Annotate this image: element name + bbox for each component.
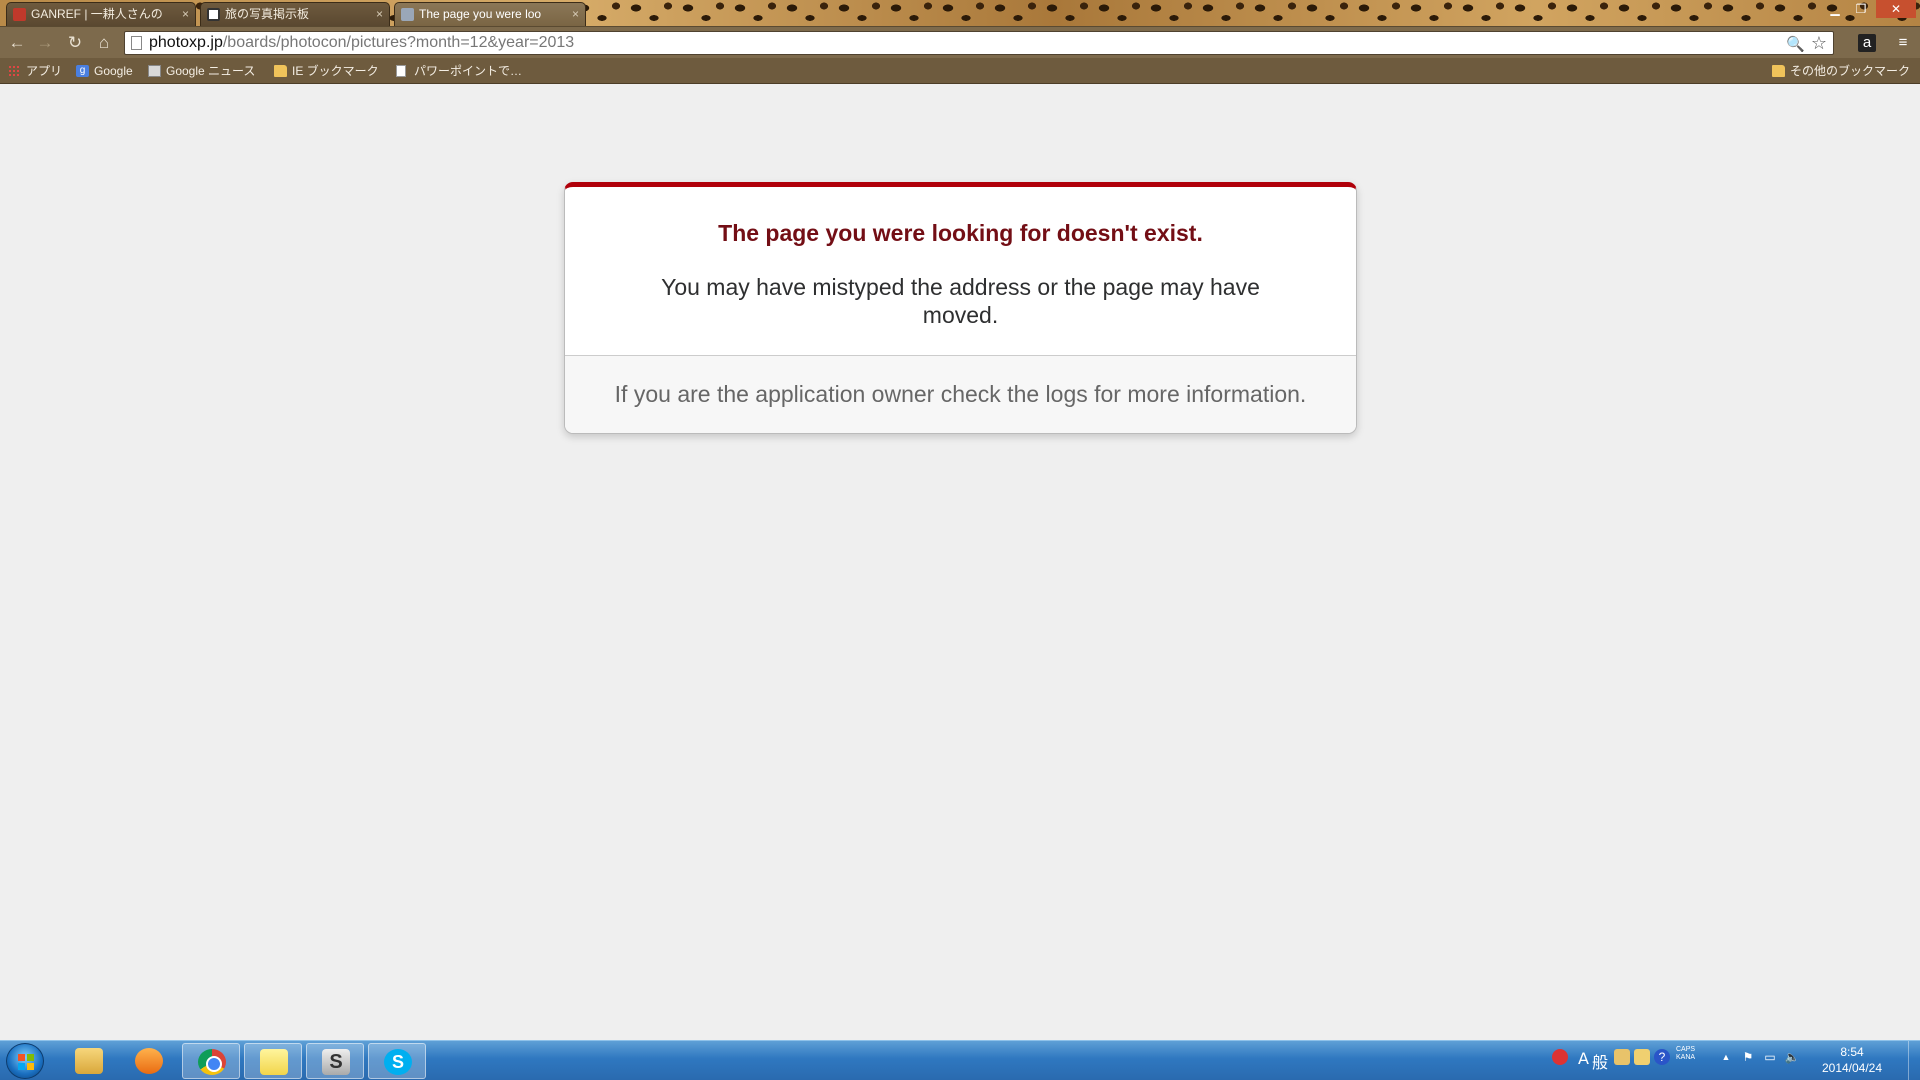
kana-label: KANA <box>1676 1054 1696 1061</box>
security-icon[interactable] <box>1552 1049 1568 1065</box>
bookmark-label: Google <box>94 64 133 78</box>
taskbar-chrome[interactable] <box>182 1043 240 1079</box>
menu-icon[interactable]: ≡ <box>1892 32 1914 54</box>
bookmark-label: IE ブックマーク <box>292 64 379 78</box>
windows-logo-icon <box>18 1054 34 1070</box>
minimize-button[interactable]: ▁ <box>1822 0 1848 18</box>
show-desktop-button[interactable] <box>1908 1041 1920 1080</box>
taskbar-explorer[interactable] <box>60 1043 118 1079</box>
page-icon <box>396 65 406 77</box>
error-footer: If you are the application owner check t… <box>565 355 1356 433</box>
browser-toolbar: ← → ↻ ⌂ photoxp.jp/boards/photocon/pictu… <box>0 26 1920 58</box>
page-content: The page you were looking for doesn't ex… <box>0 85 1920 1040</box>
url-host: photoxp.jp <box>149 34 223 51</box>
caps-label: CAPS <box>1676 1046 1696 1053</box>
taskbar-media-player[interactable] <box>120 1043 178 1079</box>
home-button[interactable]: ⌂ <box>93 32 115 54</box>
media-player-icon <box>135 1048 163 1074</box>
clock[interactable]: 8:54 2014/04/24 <box>1812 1044 1892 1076</box>
close-window-button[interactable]: ✕ <box>1876 0 1916 18</box>
folder-icon <box>274 65 287 77</box>
back-button[interactable]: ← <box>6 32 28 54</box>
taskbar-sticky-notes[interactable] <box>244 1043 302 1079</box>
bookmark-label: パワーポイントで… <box>414 64 523 78</box>
tab-ganref[interactable]: GANREF | 一耕人さんの × <box>6 2 196 26</box>
google-icon: g <box>76 65 89 77</box>
address-bar[interactable]: photoxp.jp/boards/photocon/pictures?mont… <box>124 31 1834 55</box>
title-bar: GANREF | 一耕人さんの × 旅の写真掲示板 × The page you… <box>0 0 1920 26</box>
apps-icon <box>8 65 21 77</box>
caps-kana-indicator: CAPS KANA <box>1676 1046 1695 1062</box>
tab-title: The page you were loo <box>419 7 542 21</box>
bookmark-google[interactable]: g Google <box>76 62 133 80</box>
bookmark-powerpoint[interactable]: パワーポイントで… <box>396 62 522 80</box>
taskbar-skype[interactable]: S <box>368 1043 426 1079</box>
explorer-icon <box>75 1048 103 1074</box>
bookmark-google-news[interactable]: Google ニュース <box>148 62 255 80</box>
error-dialog: The page you were looking for doesn't ex… <box>564 182 1357 434</box>
taskbar-s-app[interactable]: S <box>306 1043 364 1079</box>
help-icon[interactable]: ? <box>1654 1049 1670 1065</box>
bookmark-ie-folder[interactable]: IE ブックマーク <box>274 62 379 80</box>
news-icon <box>148 65 161 77</box>
error-heading: The page you were looking for doesn't ex… <box>718 220 1203 246</box>
bookmark-label: アプリ <box>26 64 63 78</box>
page-icon <box>401 8 414 21</box>
close-icon[interactable]: × <box>182 3 189 25</box>
clock-date: 2014/04/24 <box>1821 1061 1883 1075</box>
bookmark-label: Google ニュース <box>166 64 256 78</box>
close-icon[interactable]: × <box>572 3 579 25</box>
ime-tool-icon[interactable] <box>1614 1049 1630 1065</box>
amazon-extension-icon[interactable]: a <box>1858 34 1876 52</box>
bookmarks-bar: アプリ g Google Google ニュース IE ブックマーク パワーポイ… <box>0 58 1920 84</box>
tab-current-page[interactable]: The page you were loo × <box>394 2 586 26</box>
chrome-icon <box>198 1049 226 1075</box>
clock-time: 8:54 <box>1840 1045 1864 1059</box>
zoom-icon[interactable]: 🔍 <box>1786 34 1805 56</box>
action-center-flag-icon[interactable]: ⚑ <box>1740 1049 1756 1065</box>
tab-title: 旅の写真掲示板 <box>225 7 310 21</box>
bookmark-apps[interactable]: アプリ <box>8 62 62 80</box>
taskbar: S S A 般 ? CAPS KANA ▲ ⚑ ▭ 🔈 8:54 2014/04… <box>0 1040 1920 1080</box>
ime-mode-indicator[interactable]: A <box>1578 1049 1589 1068</box>
forward-button[interactable]: → <box>34 32 56 54</box>
camera-icon <box>13 8 26 21</box>
volume-icon[interactable]: 🔈 <box>1784 1049 1800 1065</box>
page-icon <box>131 36 142 50</box>
s-app-icon: S <box>322 1049 350 1075</box>
show-hidden-icons-arrow-icon[interactable]: ▲ <box>1718 1049 1734 1065</box>
url-path: /boards/photocon/pictures?month=12&year=… <box>222 34 575 51</box>
network-icon[interactable]: ▭ <box>1762 1049 1778 1065</box>
sticky-notes-icon <box>260 1049 288 1075</box>
start-button[interactable] <box>6 1043 44 1079</box>
restore-button[interactable]: ❐ <box>1848 0 1874 18</box>
tab-title: GANREF | 一耕人さんの <box>31 7 163 21</box>
error-description: You may have mistyped the address or the… <box>661 274 1260 328</box>
camera-icon <box>207 8 220 21</box>
ime-dictionary-indicator[interactable]: 般 <box>1592 1049 1608 1073</box>
ime-pad-icon[interactable] <box>1634 1049 1650 1065</box>
bookmark-other-folder[interactable]: その他のブックマーク <box>1772 62 1910 80</box>
tab-travel-photo-board[interactable]: 旅の写真掲示板 × <box>200 2 390 26</box>
reload-button[interactable]: ↻ <box>64 32 86 54</box>
bookmark-star-icon[interactable]: ☆ <box>1811 32 1827 54</box>
folder-icon <box>1772 65 1785 77</box>
skype-icon: S <box>384 1049 412 1075</box>
close-icon[interactable]: × <box>376 3 383 25</box>
bookmark-label: その他のブックマーク <box>1790 64 1911 78</box>
